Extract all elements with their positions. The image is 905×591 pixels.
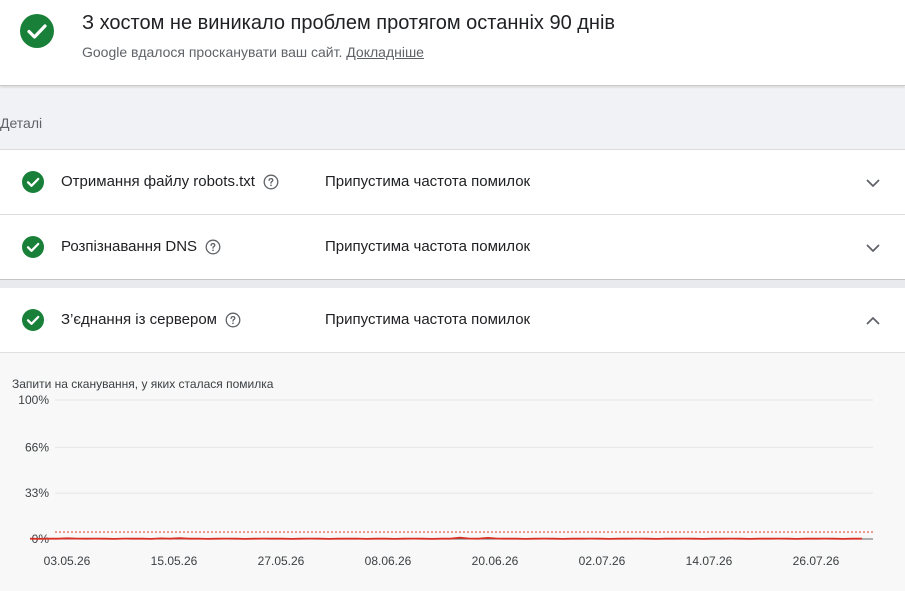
row-title-text: Розпізнавання DNS: [61, 238, 198, 255]
row-title-text: Отримання файлу robots.txt: [61, 173, 255, 190]
row-title: З’єднання із сервером: [61, 311, 241, 328]
y-tick-label: 66%: [25, 440, 49, 454]
row-server-connection[interactable]: З’єднання із сервером Припустима частота…: [0, 288, 905, 353]
status-header: З хостом не виникало проблем протягом ос…: [0, 0, 905, 86]
x-tick-label: 08.06.26: [365, 554, 412, 568]
chevron-down-icon[interactable]: [862, 237, 884, 259]
x-tick-label: 14.07.26: [686, 554, 733, 568]
row-title: Отримання файлу robots.txt: [61, 173, 279, 190]
status-title: З хостом не виникало проблем протягом ос…: [82, 12, 616, 34]
help-icon[interactable]: [205, 239, 221, 255]
help-icon[interactable]: [225, 312, 241, 328]
details-band: [0, 87, 905, 149]
row-status: Припустима частота помилок: [325, 311, 531, 328]
help-icon[interactable]: [263, 174, 279, 190]
status-subtitle: Google вдалося просканувати ваш сайт. До…: [82, 44, 424, 60]
check-circle-icon: [22, 309, 44, 331]
x-tick-label: 03.05.26: [44, 554, 91, 568]
details-label: Деталі: [0, 115, 43, 131]
row-title: Розпізнавання DNS: [61, 238, 221, 255]
x-tick-label: 15.05.26: [151, 554, 198, 568]
check-circle-icon: [22, 171, 44, 193]
row-robots-txt[interactable]: Отримання файлу robots.txt Припустима ча…: [0, 149, 905, 214]
y-tick-label: 33%: [25, 486, 49, 500]
chart-title: Запити на сканування, у яких сталася пом…: [12, 377, 274, 391]
learn-more-link[interactable]: Докладніше: [346, 44, 424, 60]
check-circle-icon: [22, 236, 44, 258]
status-subtitle-text: Google вдалося просканувати ваш сайт.: [82, 44, 343, 60]
chevron-up-icon[interactable]: [862, 310, 884, 332]
error-rate-chart: 100%66%33%0%03.05.26 15.05.26 27.05.26 08.0…: [18, 393, 873, 568]
series-line: [29, 536, 862, 540]
row-status: Припустима частота помилок: [325, 238, 531, 255]
row-status: Припустима частота помилок: [325, 173, 531, 190]
y-tick-label: 100%: [18, 393, 49, 407]
x-tick-label: 20.06.26: [472, 554, 519, 568]
x-tick-label: 27.05.26: [258, 554, 305, 568]
section-separator: [0, 279, 905, 288]
x-tick-label: 26.07.26: [793, 554, 840, 568]
chevron-down-icon[interactable]: [862, 172, 884, 194]
check-circle-icon: [20, 14, 54, 48]
x-tick-label: 02.07.26: [579, 554, 626, 568]
row-dns[interactable]: Розпізнавання DNS Припустима частота пом…: [0, 214, 905, 279]
row-title-text: З’єднання із сервером: [61, 311, 217, 328]
